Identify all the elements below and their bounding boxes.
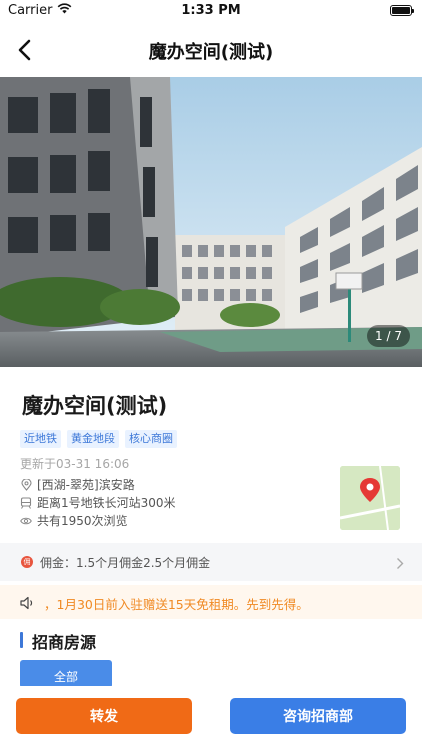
metro-line: 距离1号地铁长河站300米 [20, 494, 176, 511]
views-text: 共有1950次浏览 [37, 514, 128, 528]
consult-button[interactable]: 咨询招商部 [230, 698, 406, 734]
location-pin-icon [20, 478, 32, 491]
updated-time: 更新于03-31 16:06 [20, 457, 130, 471]
address-line: [西湖-翠苑]滨安路 [20, 476, 135, 493]
tag: 近地铁 [20, 430, 61, 448]
map-thumbnail[interactable] [340, 466, 400, 530]
speaker-icon [20, 595, 35, 614]
notice-text: ，1月30日前入驻赠送15天免租期。先到先得。 [44, 597, 309, 612]
listing-title: 魔办空间(测试) [22, 394, 168, 418]
commission-text: 佣金：1.5个月佣金2.5个月佣金 [40, 556, 211, 570]
address-text: [西湖-翠苑]滨安路 [37, 478, 135, 492]
photo-counter: 1 / 7 [367, 325, 410, 347]
status-time: 1:33 PM [181, 3, 241, 18]
forward-button[interactable]: 转发 [16, 698, 192, 734]
filter-tab-all[interactable]: 全部 [20, 660, 112, 688]
navigation-bar: 魔办空间(测试) [0, 22, 422, 77]
section-title: 招商房源 [20, 629, 96, 653]
building-photo [0, 77, 422, 367]
metro-icon [20, 496, 32, 509]
tag: 核心商圈 [125, 430, 177, 448]
page-title: 魔办空间(测试) [148, 42, 274, 63]
eye-icon [20, 515, 32, 527]
commission-badge-icon: 佣 [21, 556, 33, 568]
tag-list: 近地铁 黄金地段 核心商圈 [20, 430, 177, 448]
battery-icon [390, 5, 414, 16]
notice-bar: ，1月30日前入驻赠送15天免租期。先到先得。 [0, 585, 422, 619]
tag: 黄金地段 [67, 430, 119, 448]
views-line: 共有1950次浏览 [20, 512, 128, 529]
bottom-action-bar: 转发 咨询招商部 [0, 686, 422, 750]
commission-row[interactable]: 佣 佣金：1.5个月佣金2.5个月佣金 [0, 543, 422, 581]
photo-gallery[interactable]: 1 / 7 [0, 77, 422, 367]
chevron-right-icon [396, 555, 404, 574]
metro-text: 距离1号地铁长河站300米 [37, 496, 176, 510]
status-bar: Carrier 1:33 PM [0, 0, 422, 22]
